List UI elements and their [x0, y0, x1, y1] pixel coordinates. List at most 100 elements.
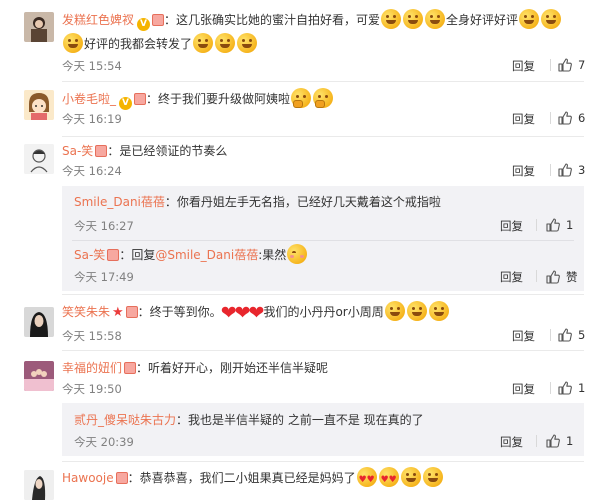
like-button[interactable]: 1: [546, 434, 573, 448]
avatar[interactable]: [24, 144, 54, 174]
thinking-emoji-icon: [291, 88, 312, 108]
member-badge-icon: [152, 14, 165, 26]
divider: [536, 435, 537, 447]
avatar[interactable]: [24, 470, 54, 500]
thumbs-up-icon: [546, 270, 560, 284]
like-button[interactable]: 1: [546, 218, 573, 232]
reply-button[interactable]: 回复: [512, 381, 535, 397]
divider: [72, 240, 574, 241]
avatar[interactable]: [24, 361, 54, 391]
member-badge-icon: [107, 249, 120, 261]
like-button[interactable]: 3: [558, 163, 585, 177]
laugh-emoji-icon: [381, 9, 402, 29]
username-link[interactable]: 幸福的妞们: [62, 361, 122, 375]
member-badge-icon: [124, 362, 137, 374]
like-count: 1: [578, 381, 586, 395]
divider: [550, 164, 551, 176]
comment-body: 幸福的妞们 ：听着好开心，刚开始还半信半疑呢: [62, 356, 582, 380]
heart-eyes-emoji-icon: [378, 467, 399, 492]
laugh-emoji-icon: [425, 9, 446, 29]
comment-body: 发糕红色婢衩 V ：这几张确实比她的蜜汁自拍好看，可爱 全身好评好评: [62, 8, 582, 32]
comment-item: 幸福的妞们 ：听着好开心，刚开始还半信半疑呢 今天 19:50 回复 1 贰丹_傻…: [0, 351, 598, 462]
like-label: 赞: [566, 270, 578, 284]
avatar[interactable]: [24, 90, 54, 120]
like-count: 6: [578, 111, 586, 125]
comment-text: ：终于我们要升级做阿姨啦: [146, 92, 291, 106]
shy-emoji-icon: [287, 244, 308, 264]
reply-button[interactable]: 回复: [512, 163, 535, 179]
comment-text: 全身好评好评: [446, 13, 519, 27]
thumbs-up-icon: [558, 328, 572, 342]
like-button[interactable]: 5: [558, 328, 585, 342]
comment-text: 我们的小丹丹or小周周: [263, 305, 384, 319]
comment-time: 今天 16:19: [62, 112, 122, 126]
comment-time: 今天 16:24: [62, 164, 122, 178]
star-icon: ★: [112, 305, 124, 320]
username-link[interactable]: 贰丹_傻呆哒朱古力: [74, 413, 176, 427]
heart-eyes-emoji-icon: [356, 467, 377, 492]
comment-time: 今天 19:50: [62, 382, 122, 396]
avatar[interactable]: [24, 307, 54, 337]
username-link[interactable]: Sa-笑: [74, 248, 105, 262]
laugh-emoji-icon: [63, 33, 83, 53]
thumbs-up-icon: [558, 163, 572, 177]
comment-item: 小卷毛啦_ V ：终于我们要升级做阿姨啦 今天 16:19 回复 6: [0, 82, 598, 137]
comment-item: Sa-笑 ：是已经领证的节奏么 今天 16:24 回复 3 Smile_Dani蓓…: [0, 137, 598, 295]
comment-time: 今天 15:54: [62, 59, 122, 73]
username-link[interactable]: 小卷毛啦_: [62, 92, 116, 106]
comment-text: ：这几张确实比她的蜜汁自拍好看，可爱: [164, 13, 381, 27]
reply-button[interactable]: 回复: [500, 269, 523, 285]
like-button[interactable]: 赞: [546, 269, 578, 285]
laugh-emoji-icon: [237, 33, 258, 53]
divider: [550, 59, 551, 71]
like-count: 3: [578, 163, 586, 177]
reply-text: :果然: [258, 248, 287, 262]
thumbs-up-icon: [558, 381, 572, 395]
reply-button[interactable]: 回复: [512, 111, 535, 127]
comment-item: Hawooje ：恭喜恭喜，我们二小姐果真已经是妈妈了: [0, 462, 598, 500]
comment-body: 小卷毛啦_ V ：终于我们要升级做阿姨啦: [62, 87, 582, 111]
grin-emoji-icon: [384, 301, 405, 321]
like-button[interactable]: 6: [558, 111, 585, 125]
username-link[interactable]: Smile_Dani蓓蓓: [74, 195, 165, 209]
reply-button[interactable]: 回复: [512, 58, 535, 74]
username-link[interactable]: Sa-笑: [62, 144, 93, 158]
mention-link[interactable]: @Smile_Dani蓓蓓: [155, 248, 258, 262]
like-count: 7: [578, 58, 586, 72]
username-link[interactable]: Hawooje: [62, 471, 114, 485]
reply-time: 今天 20:39: [74, 435, 134, 449]
divider: [550, 329, 551, 341]
divider: [536, 270, 537, 282]
reply-button[interactable]: 回复: [512, 328, 535, 344]
like-button[interactable]: 1: [558, 381, 585, 395]
thumbs-up-icon: [558, 58, 572, 72]
reply-body: 贰丹_傻呆哒朱古力：我也是半信半疑的 之前一直不是 现在真的了: [74, 410, 574, 430]
reply-thread: 贰丹_傻呆哒朱古力：我也是半信半疑的 之前一直不是 现在真的了 今天 20:39…: [62, 403, 584, 456]
comment-item: 笑笑朱朱 ★ ：终于等到你。❤❤❤我们的小丹丹or小周周 今天 15:58 回复 5: [0, 295, 598, 351]
like-count: 5: [578, 328, 586, 342]
reply-body: Sa-笑 ：回复@Smile_Dani蓓蓓:果然: [74, 244, 574, 266]
reply-button[interactable]: 回复: [500, 434, 523, 450]
member-badge-icon: [95, 145, 108, 157]
reply-button[interactable]: 回复: [500, 218, 523, 234]
reply-body: Smile_Dani蓓蓓：你看丹姐左手无名指，已经好几天戴着这个戒指啦: [74, 192, 574, 212]
laugh-emoji-icon: [215, 33, 236, 53]
like-count: 1: [566, 218, 574, 232]
reply-text: ：回复: [119, 248, 156, 262]
member-badge-icon: [115, 472, 128, 484]
avatar[interactable]: [24, 12, 54, 42]
like-button[interactable]: 7: [558, 58, 585, 72]
username-link[interactable]: 发糕红色婢衩: [62, 13, 134, 27]
laugh-emoji-icon: [403, 9, 424, 29]
comment-time: 今天 15:58: [62, 329, 122, 343]
laugh-emoji-icon: [519, 9, 540, 29]
like-count: 1: [566, 434, 574, 448]
username-link[interactable]: 笑笑朱朱: [62, 305, 110, 319]
reply-text: ：我也是半信半疑的 之前一直不是 现在真的了: [176, 413, 424, 427]
verified-v-icon: V: [119, 97, 133, 110]
thumbs-up-icon: [546, 218, 560, 232]
laugh-emoji-icon: [193, 33, 214, 53]
comment-body: Sa-笑 ：是已经领证的节奏么: [62, 139, 582, 163]
comment-text: ：恭喜恭喜，我们二小姐果真已经是妈妈了: [127, 471, 356, 485]
thinking-emoji-icon: [313, 88, 334, 108]
